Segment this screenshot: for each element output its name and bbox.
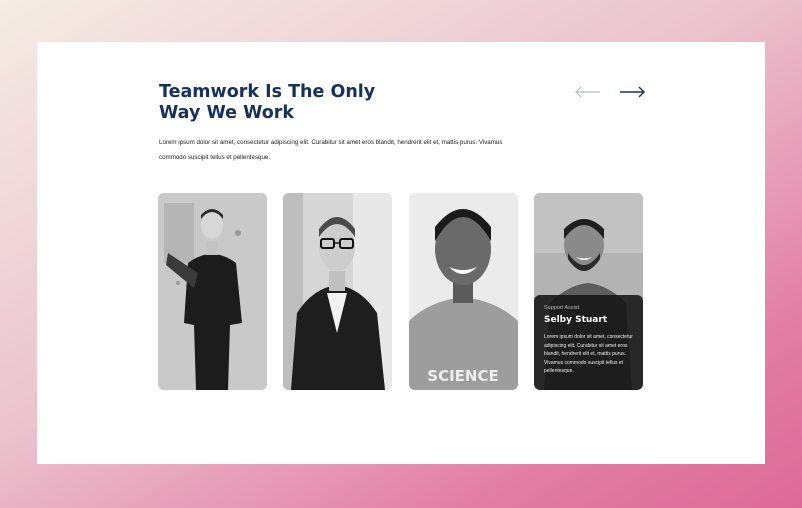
next-button[interactable]: [617, 85, 647, 99]
team-photo-3: SCIENCE: [409, 193, 518, 390]
member-bio: Lorem ipsum dolor sit amet, consectetur …: [544, 334, 633, 374]
shirt-print: SCIENCE: [427, 367, 498, 385]
team-card-1[interactable]: [158, 193, 267, 390]
team-card-4[interactable]: Support Assist Selby Stuart Lorem ipsum …: [534, 193, 643, 390]
arrow-right-icon: [620, 86, 645, 98]
section-description: Lorem ipsum dolor sit amet, consectetur …: [159, 139, 503, 161]
section-title-line-2: Way We Work: [159, 103, 295, 123]
team-card-3[interactable]: SCIENCE: [409, 193, 518, 390]
team-card-2[interactable]: [283, 193, 392, 390]
team-section: Teamwork Is The Only Way We Work Lorem i…: [37, 42, 765, 464]
section-title-line-1: Teamwork Is The Only: [159, 82, 376, 102]
team-photo-1: [158, 193, 267, 390]
team-photo-2: [283, 193, 392, 390]
member-role: Support Assist: [544, 305, 580, 311]
section-title: Teamwork Is The Only Way We Work: [159, 82, 375, 124]
arrow-left-icon: [575, 86, 600, 98]
prev-button[interactable]: [573, 85, 603, 99]
member-info-overlay: Support Assist Selby Stuart Lorem ipsum …: [534, 295, 643, 390]
member-name: Selby Stuart: [544, 315, 608, 325]
